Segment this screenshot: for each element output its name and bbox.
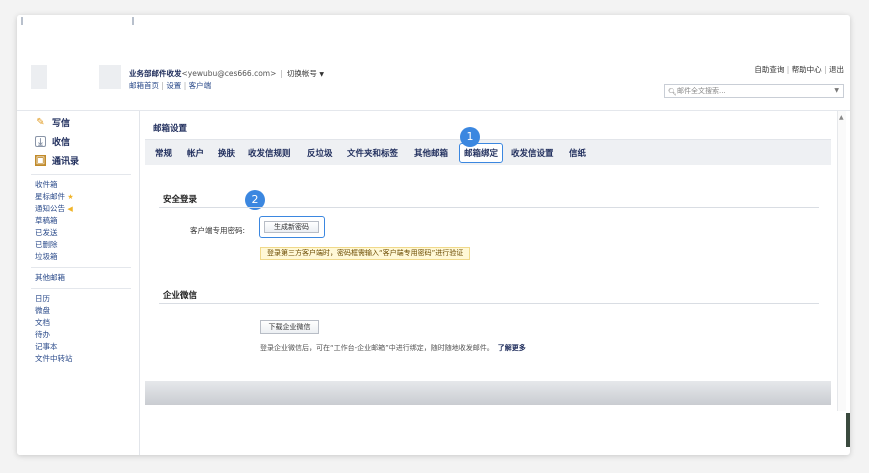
search-icon: 🔍︎ [668, 88, 677, 96]
sidebar-item-notices[interactable]: 通知公告 ◀ [17, 203, 139, 215]
separator: | [161, 81, 164, 90]
sidebar-item-contacts[interactable]: ▣ 通讯录 [17, 151, 139, 170]
divider [31, 174, 131, 175]
separator: | [824, 65, 827, 74]
sidebar: ✎ 写信 ⤓ 收信 ▣ 通讯录 收件箱 星标邮件 ★ 通知公告 ◀ 草稿箱 已发… [17, 111, 140, 455]
sidebar-item-label: 通讯录 [52, 157, 80, 167]
sidebar-item-starred[interactable]: 星标邮件 ★ [17, 191, 139, 203]
divider [31, 267, 131, 268]
tab-account[interactable]: 帐户 [187, 147, 204, 159]
generate-password-button[interactable]: 生成新密码 [264, 221, 319, 233]
inbox-icon: ⤓ [35, 136, 46, 148]
learn-more-link[interactable]: 了解更多 [494, 344, 526, 352]
speaker-icon: ◀ [67, 205, 73, 213]
tab-skin[interactable]: 换肤 [218, 147, 235, 159]
password-notice: 登录第三方客户端时，密码框需输入“客户端专用密码”进行验证 [260, 247, 471, 260]
settings-link[interactable]: 设置 [166, 81, 181, 90]
contacts-icon: ▣ [35, 155, 46, 166]
tab-antispam[interactable]: 反垃圾 [307, 147, 333, 159]
footer-band [145, 381, 831, 405]
tab-folders-labels[interactable]: 文件夹和标签 [347, 147, 398, 159]
logout-link[interactable]: 退出 [829, 65, 844, 74]
page-title: 邮箱设置 [153, 124, 188, 134]
header: 业务部邮件收发<yewubu@ces666.com> | 切换帐号 ▼ 邮箱首页 |… [17, 55, 850, 111]
tab-general[interactable]: 常规 [155, 147, 172, 159]
tab-other-mailbox[interactable]: 其他邮箱 [414, 147, 448, 159]
sidebar-item-sent[interactable]: 已发送 [17, 227, 139, 239]
separator: | [183, 81, 187, 90]
top-right-links: 自助查询 | 帮助中心 | 退出 [754, 64, 844, 75]
sidebar-item-drive[interactable]: 微盘 [17, 305, 139, 317]
divider [159, 303, 819, 304]
chevron-down-icon[interactable]: ▼ [834, 85, 839, 97]
account-line: 业务部邮件收发<yewubu@ces666.com> | 切换帐号 ▼ [129, 68, 324, 79]
download-wework-button[interactable]: 下载企业微信 [260, 320, 319, 334]
sidebar-item-other-mailbox[interactable]: 其他邮箱 [17, 272, 139, 284]
sidebar-item-deleted[interactable]: 已删除 [17, 239, 139, 251]
generate-password-highlight: 生成新密码 [259, 216, 325, 238]
sidebar-item-inbox[interactable]: 收件箱 [17, 179, 139, 191]
wework-description: 登录企业微信后，可在“工作台-企业邮箱”中进行绑定，随时随地收发邮件。 了解更多 [260, 343, 526, 353]
account-name: 业务部邮件收发 [129, 69, 182, 78]
account-email: <yewubu@ces666.com> [181, 69, 277, 78]
sub-links: 邮箱首页 | 设置 | 客户端 [129, 80, 211, 91]
self-service-link[interactable]: 自助查询 [754, 65, 784, 74]
sidebar-item-compose[interactable]: ✎ 写信 [17, 113, 139, 132]
scroll-up-icon[interactable]: ▲ [839, 114, 844, 121]
search-placeholder: 邮件全文搜索... [677, 87, 726, 95]
separator: | [786, 65, 790, 74]
sidebar-item-label: 收信 [52, 138, 71, 148]
sidebar-item-label: 通知公告 [35, 204, 65, 213]
main-content: 邮箱设置 常规 帐户 换肤 收发信规则 反垃圾 文件夹和标签 其他邮箱 邮箱绑定… [145, 111, 831, 411]
sidebar-item-docs[interactable]: 文档 [17, 317, 139, 329]
sidebar-item-todo[interactable]: 待办 [17, 329, 139, 341]
sidebar-item-label: 写信 [52, 119, 71, 129]
sidebar-item-file-transfer[interactable]: 文件中转站 [17, 353, 139, 365]
edge-decoration [846, 413, 850, 447]
wework-desc-text: 登录企业微信后，可在“工作台-企业邮箱”中进行绑定，随时随地收发邮件。 [260, 344, 494, 352]
mail-home-link[interactable]: 邮箱首页 [129, 81, 159, 90]
divider [31, 288, 131, 289]
section-title-wework: 企业微信 [163, 291, 198, 301]
search-input[interactable]: 🔍︎ 邮件全文搜索... ▼ [664, 84, 844, 98]
divider [159, 207, 819, 208]
client-password-label: 客户端专用密码: [190, 226, 246, 235]
sidebar-item-receive[interactable]: ⤓ 收信 [17, 132, 139, 151]
tick-mark [132, 17, 134, 25]
sidebar-item-notes[interactable]: 记事本 [17, 341, 139, 353]
switch-account-link[interactable]: 切换帐号 [287, 69, 317, 78]
app-window: 业务部邮件收发<yewubu@ces666.com> | 切换帐号 ▼ 邮箱首页 |… [17, 15, 850, 455]
sidebar-item-label: 星标邮件 [35, 192, 65, 201]
tab-rules[interactable]: 收发信规则 [248, 147, 291, 159]
scrollbar[interactable]: ▲ [837, 111, 846, 411]
pencil-icon: ✎ [36, 117, 45, 128]
section-title-security: 安全登录 [163, 195, 198, 205]
sidebar-item-drafts[interactable]: 草稿箱 [17, 215, 139, 227]
tick-mark [21, 17, 23, 25]
client-link[interactable]: 客户端 [189, 81, 212, 90]
tab-stationery[interactable]: 信纸 [569, 147, 586, 159]
step-badge-1: 1 [460, 127, 480, 147]
logo-placeholder [31, 65, 47, 89]
separator: | [280, 69, 283, 78]
sidebar-item-spam[interactable]: 垃圾箱 [17, 251, 139, 263]
settings-tabbar: 常规 帐户 换肤 收发信规则 反垃圾 文件夹和标签 其他邮箱 邮箱绑定 收发信设… [145, 139, 831, 165]
tab-send-receive[interactable]: 收发信设置 [511, 147, 554, 159]
logo-placeholder [99, 65, 121, 89]
help-center-link[interactable]: 帮助中心 [792, 65, 822, 74]
star-icon: ★ [67, 193, 74, 201]
sidebar-item-calendar[interactable]: 日历 [17, 293, 139, 305]
top-strip [17, 15, 850, 55]
caret-down-icon[interactable]: ▼ [319, 71, 324, 78]
